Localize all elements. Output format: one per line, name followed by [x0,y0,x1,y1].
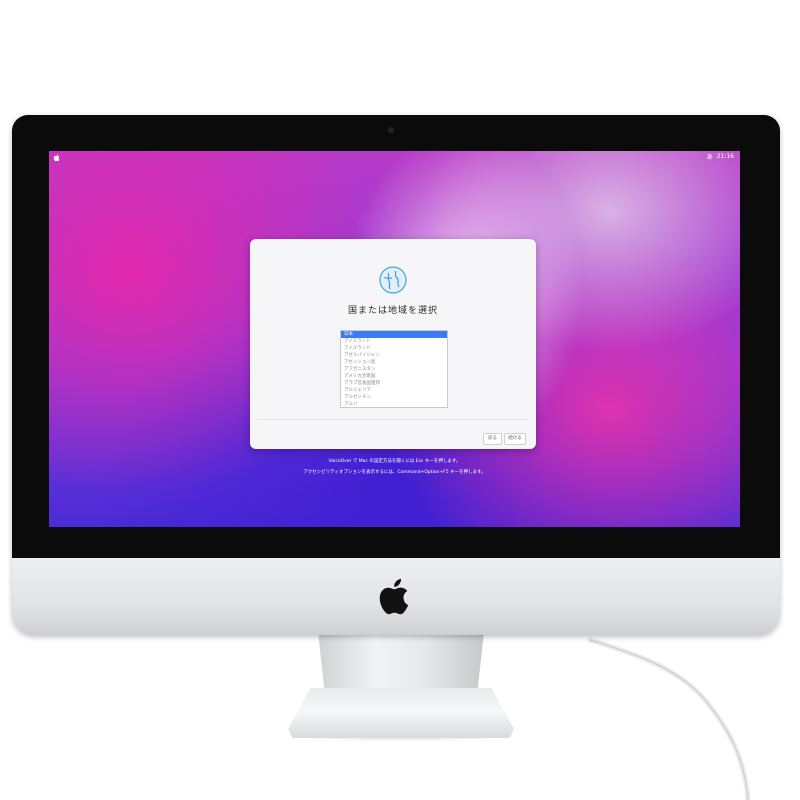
menu-bar-status: あ 21:16 [707,152,734,161]
region-list-item[interactable]: 日本 [341,331,447,338]
voiceover-hint: VoiceOver で Mac の設定方法を聞くには Esc キーを押します。 [328,459,461,464]
back-button[interactable]: 戻る [483,433,502,445]
region-list-item[interactable]: アイスランド [341,338,447,345]
menu-clock[interactable]: 21:16 [717,153,734,160]
region-list-item[interactable]: アゼルバイジャン [341,352,447,359]
apple-menu-icon[interactable] [53,153,61,162]
screen: あ 21:16 国または地域を選択 日本 アイスランド アイルランド アゼルバイジャン… [49,151,740,527]
region-list-item[interactable]: アメリカ合衆国 [341,373,447,380]
continue-button[interactable]: 続ける [504,433,526,445]
setup-dialog: 国または地域を選択 日本 アイスランド アイルランド アゼルバイジャン アセンション島ア… [250,239,536,449]
stand-base [288,688,514,738]
region-list-item[interactable]: アフガニスタン [341,366,447,373]
region-list-item[interactable]: アルバ [341,401,447,407]
stand-neck [318,632,484,692]
accessibility-hint: アクセシビリティオプションを表示するには、Command+Option+F5 キ… [303,470,486,475]
region-list-item[interactable]: アセンション島 [341,359,447,366]
globe-icon [379,266,407,294]
region-list-item[interactable]: アラブ首長国連邦 [341,380,447,387]
apple-logo-icon [379,578,409,615]
region-list-item[interactable]: アイルランド [341,345,447,352]
input-indicator[interactable]: あ [707,152,713,161]
menu-bar: あ 21:16 [49,151,740,164]
region-list-item[interactable]: アルゼンチン [341,394,447,401]
camera-icon [388,127,394,133]
dialog-title: 国または地域を選択 [347,306,438,316]
region-list-item[interactable]: アルジェリア [341,387,447,394]
dialog-divider [258,419,528,420]
product-photo: あ 21:16 国または地域を選択 日本 アイスランド アイルランド アゼルバイジャン… [0,0,800,800]
region-list[interactable]: 日本 アイスランド アイルランド アゼルバイジャン アセンション島 アフガニスタン アメリカ… [340,330,448,408]
